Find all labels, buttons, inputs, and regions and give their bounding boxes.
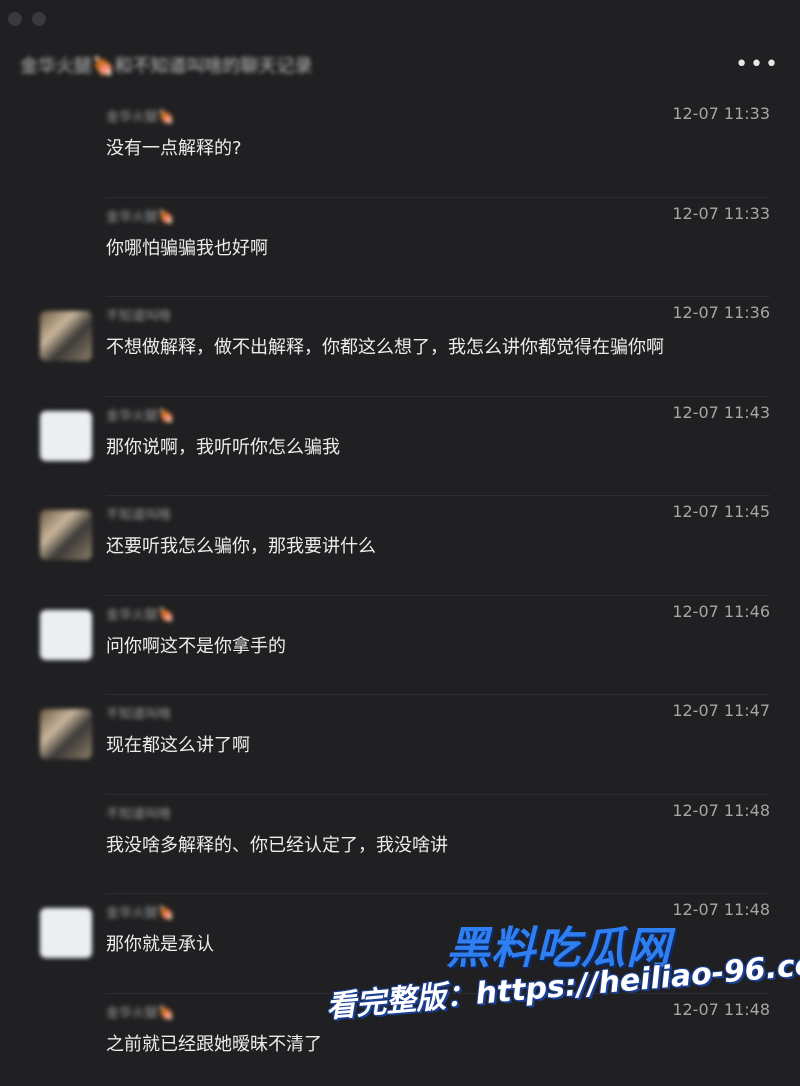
message-timestamp: 12-07 11:48	[672, 900, 770, 919]
message-text: 那你说啊，我听听你怎么骗我	[106, 436, 340, 458]
sender-name: 金华火腿🍖	[106, 906, 175, 921]
message-item[interactable]: 金华火腿🍖 12-07 11:46 问你啊这不是你拿手的	[0, 596, 800, 695]
minimize-window-button[interactable]	[32, 12, 46, 26]
sender-name: 金华火腿🍖	[106, 607, 175, 623]
message-item[interactable]: 金华火腿🍖 12-07 11:43 那你说啊，我听听你怎么骗我	[0, 397, 800, 496]
chat-header: 金华火腿🍖和不知道叫啥的聊天记录 •••	[20, 48, 780, 84]
sender-name: 金华火腿🍖	[106, 408, 175, 424]
message-item[interactable]: 不知道叫啥 12-07 11:47 现在都这么讲了啊	[0, 695, 800, 795]
sender-name: 金华火腿🍖	[106, 209, 175, 225]
message-item[interactable]: 不知道叫啥 12-07 11:45 还要听我怎么骗你，那我要讲什么	[0, 496, 800, 596]
message-timestamp: 12-07 11:45	[672, 502, 770, 521]
message-text: 还要听我怎么骗你，那我要讲什么	[106, 536, 376, 557]
avatar[interactable]	[40, 908, 92, 958]
message-text: 你哪怕骗骗我也好啊	[106, 237, 268, 259]
sender-name: 不知道叫啥	[106, 309, 172, 324]
message-text: 问你啊这不是你拿手的	[106, 635, 286, 657]
message-item[interactable]: 金华火腿🍖 12-07 11:33 没有一点解释的?	[0, 98, 800, 198]
avatar[interactable]	[40, 709, 92, 759]
message-list: 金华火腿🍖 12-07 11:33 没有一点解释的? 金华火腿🍖 12-07 11:33…	[0, 98, 800, 1086]
avatar[interactable]	[40, 609, 92, 660]
message-timestamp: 12-07 11:36	[672, 303, 770, 322]
chat-title: 金华火腿🍖和不知道叫啥的聊天记录	[20, 56, 313, 77]
sender-name: 不知道叫啥	[106, 508, 172, 523]
close-window-button[interactable]	[8, 12, 22, 26]
message-timestamp: 12-07 11:33	[672, 104, 770, 123]
message-timestamp: 12-07 11:48	[672, 800, 770, 820]
message-text: 那你就是承认	[106, 934, 214, 955]
avatar[interactable]	[40, 410, 92, 461]
message-timestamp: 12-07 11:46	[672, 601, 770, 621]
message-timestamp: 12-07 11:48	[672, 999, 770, 1019]
message-timestamp: 12-07 11:33	[672, 203, 770, 223]
message-text: 我没啥多解释的、你已经认定了，我没啥讲	[106, 834, 448, 856]
message-timestamp: 12-07 11:43	[672, 402, 770, 422]
chat-window: 金华火腿🍖和不知道叫啥的聊天记录 ••• 金华火腿🍖 12-07 11:33 没有一…	[0, 0, 800, 1086]
message-item[interactable]: 不知道叫啥 12-07 11:36 不想做解释，做不出解释，你都这么想了，我怎么讲你…	[0, 297, 800, 397]
sender-name: 不知道叫啥	[106, 806, 172, 822]
avatar[interactable]	[40, 510, 92, 560]
sender-name: 金华火腿🍖	[106, 1005, 175, 1021]
sender-name: 金华火腿🍖	[106, 110, 175, 125]
message-text: 之前就已经跟她暧昧不清了	[106, 1033, 322, 1055]
message-timestamp: 12-07 11:47	[672, 701, 770, 720]
more-options-icon[interactable]: •••	[735, 52, 780, 77]
message-text: 没有一点解释的?	[106, 138, 242, 159]
avatar[interactable]	[40, 311, 92, 361]
message-item[interactable]: 金华火腿🍖 12-07 11:33 你哪怕骗骗我也好啊	[0, 198, 800, 297]
window-controls	[8, 12, 46, 26]
sender-name: 不知道叫啥	[106, 707, 172, 722]
message-item[interactable]: 不知道叫啥 12-07 11:48 我没啥多解释的、你已经认定了，我没啥讲	[0, 795, 800, 894]
message-text: 不想做解释，做不出解释，你都这么想了，我怎么讲你都觉得在骗你啊	[106, 337, 664, 358]
message-text: 现在都这么讲了啊	[106, 735, 250, 756]
